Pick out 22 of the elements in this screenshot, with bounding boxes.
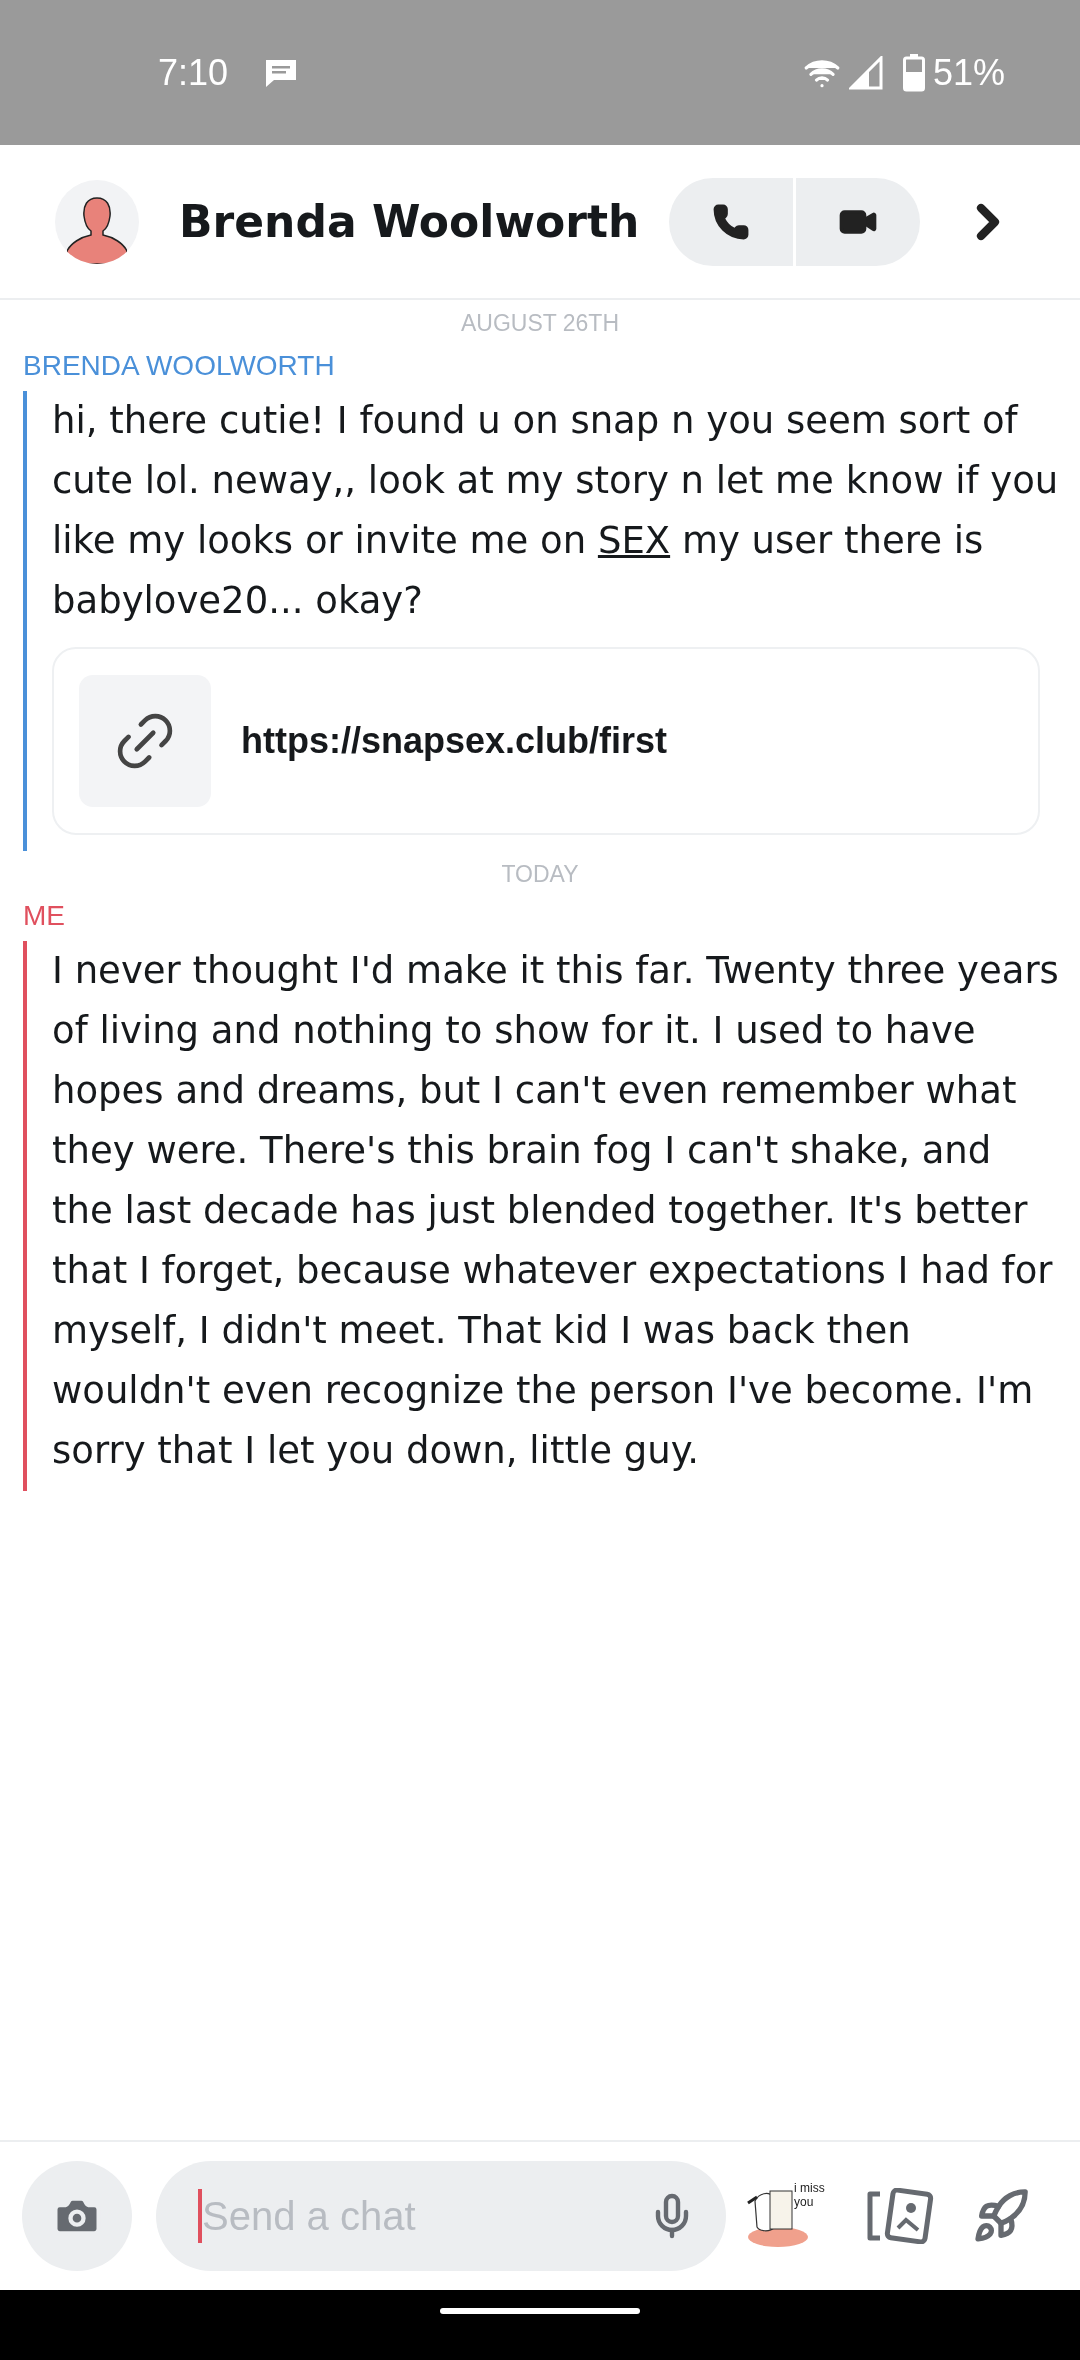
message-text: hi, there cutie! I found u on snap n you seem sort of cute lol. neway,, look at my story n let me know if you like my looks or invite me on SEX my user there is babylove20... okay?	[52, 397, 1060, 624]
link-url: https://snapsex.club/first	[241, 718, 668, 763]
video-call-button[interactable]	[796, 177, 921, 266]
battery-icon	[902, 53, 925, 92]
message-link[interactable]: SEX	[597, 518, 671, 562]
phone-icon	[712, 202, 751, 241]
link-preview-card[interactable]: https://snapsex.club/first	[52, 646, 1040, 835]
status-time: 7:10	[158, 50, 229, 95]
date-label: AUGUST 26TH	[460, 309, 620, 338]
message-notification-icon	[264, 57, 299, 88]
sticker[interactable]: i miss you	[740, 2181, 826, 2251]
sender-name: BRENDA WOOLWORTH	[23, 348, 336, 383]
sticker-caption: i miss you	[794, 2181, 826, 2209]
contact-name: Brenda Woolworth	[179, 194, 640, 249]
signal-icon	[848, 55, 883, 90]
message-text: I never thought I'd make it this far. Twenty three years of living and nothing to show for it. I used to have hopes and dreams, but I can't even remember what they were. There's this brain fog I can't shake, and the last decade has just blended together. It's better that I forget, because whatever expectations I had for myself, I didn't meet. That kid I was back then wouldn't even recognize the person I've become. I'm sorry that I let you down, little guy.	[52, 948, 1060, 1474]
date-label: TODAY	[501, 859, 579, 889]
sender-name: ME	[23, 899, 66, 933]
rocket-icon[interactable]	[972, 2187, 1030, 2245]
battery-percentage: 51%	[932, 50, 1005, 95]
link-icon	[79, 674, 211, 807]
voice-call-button[interactable]	[669, 177, 794, 266]
